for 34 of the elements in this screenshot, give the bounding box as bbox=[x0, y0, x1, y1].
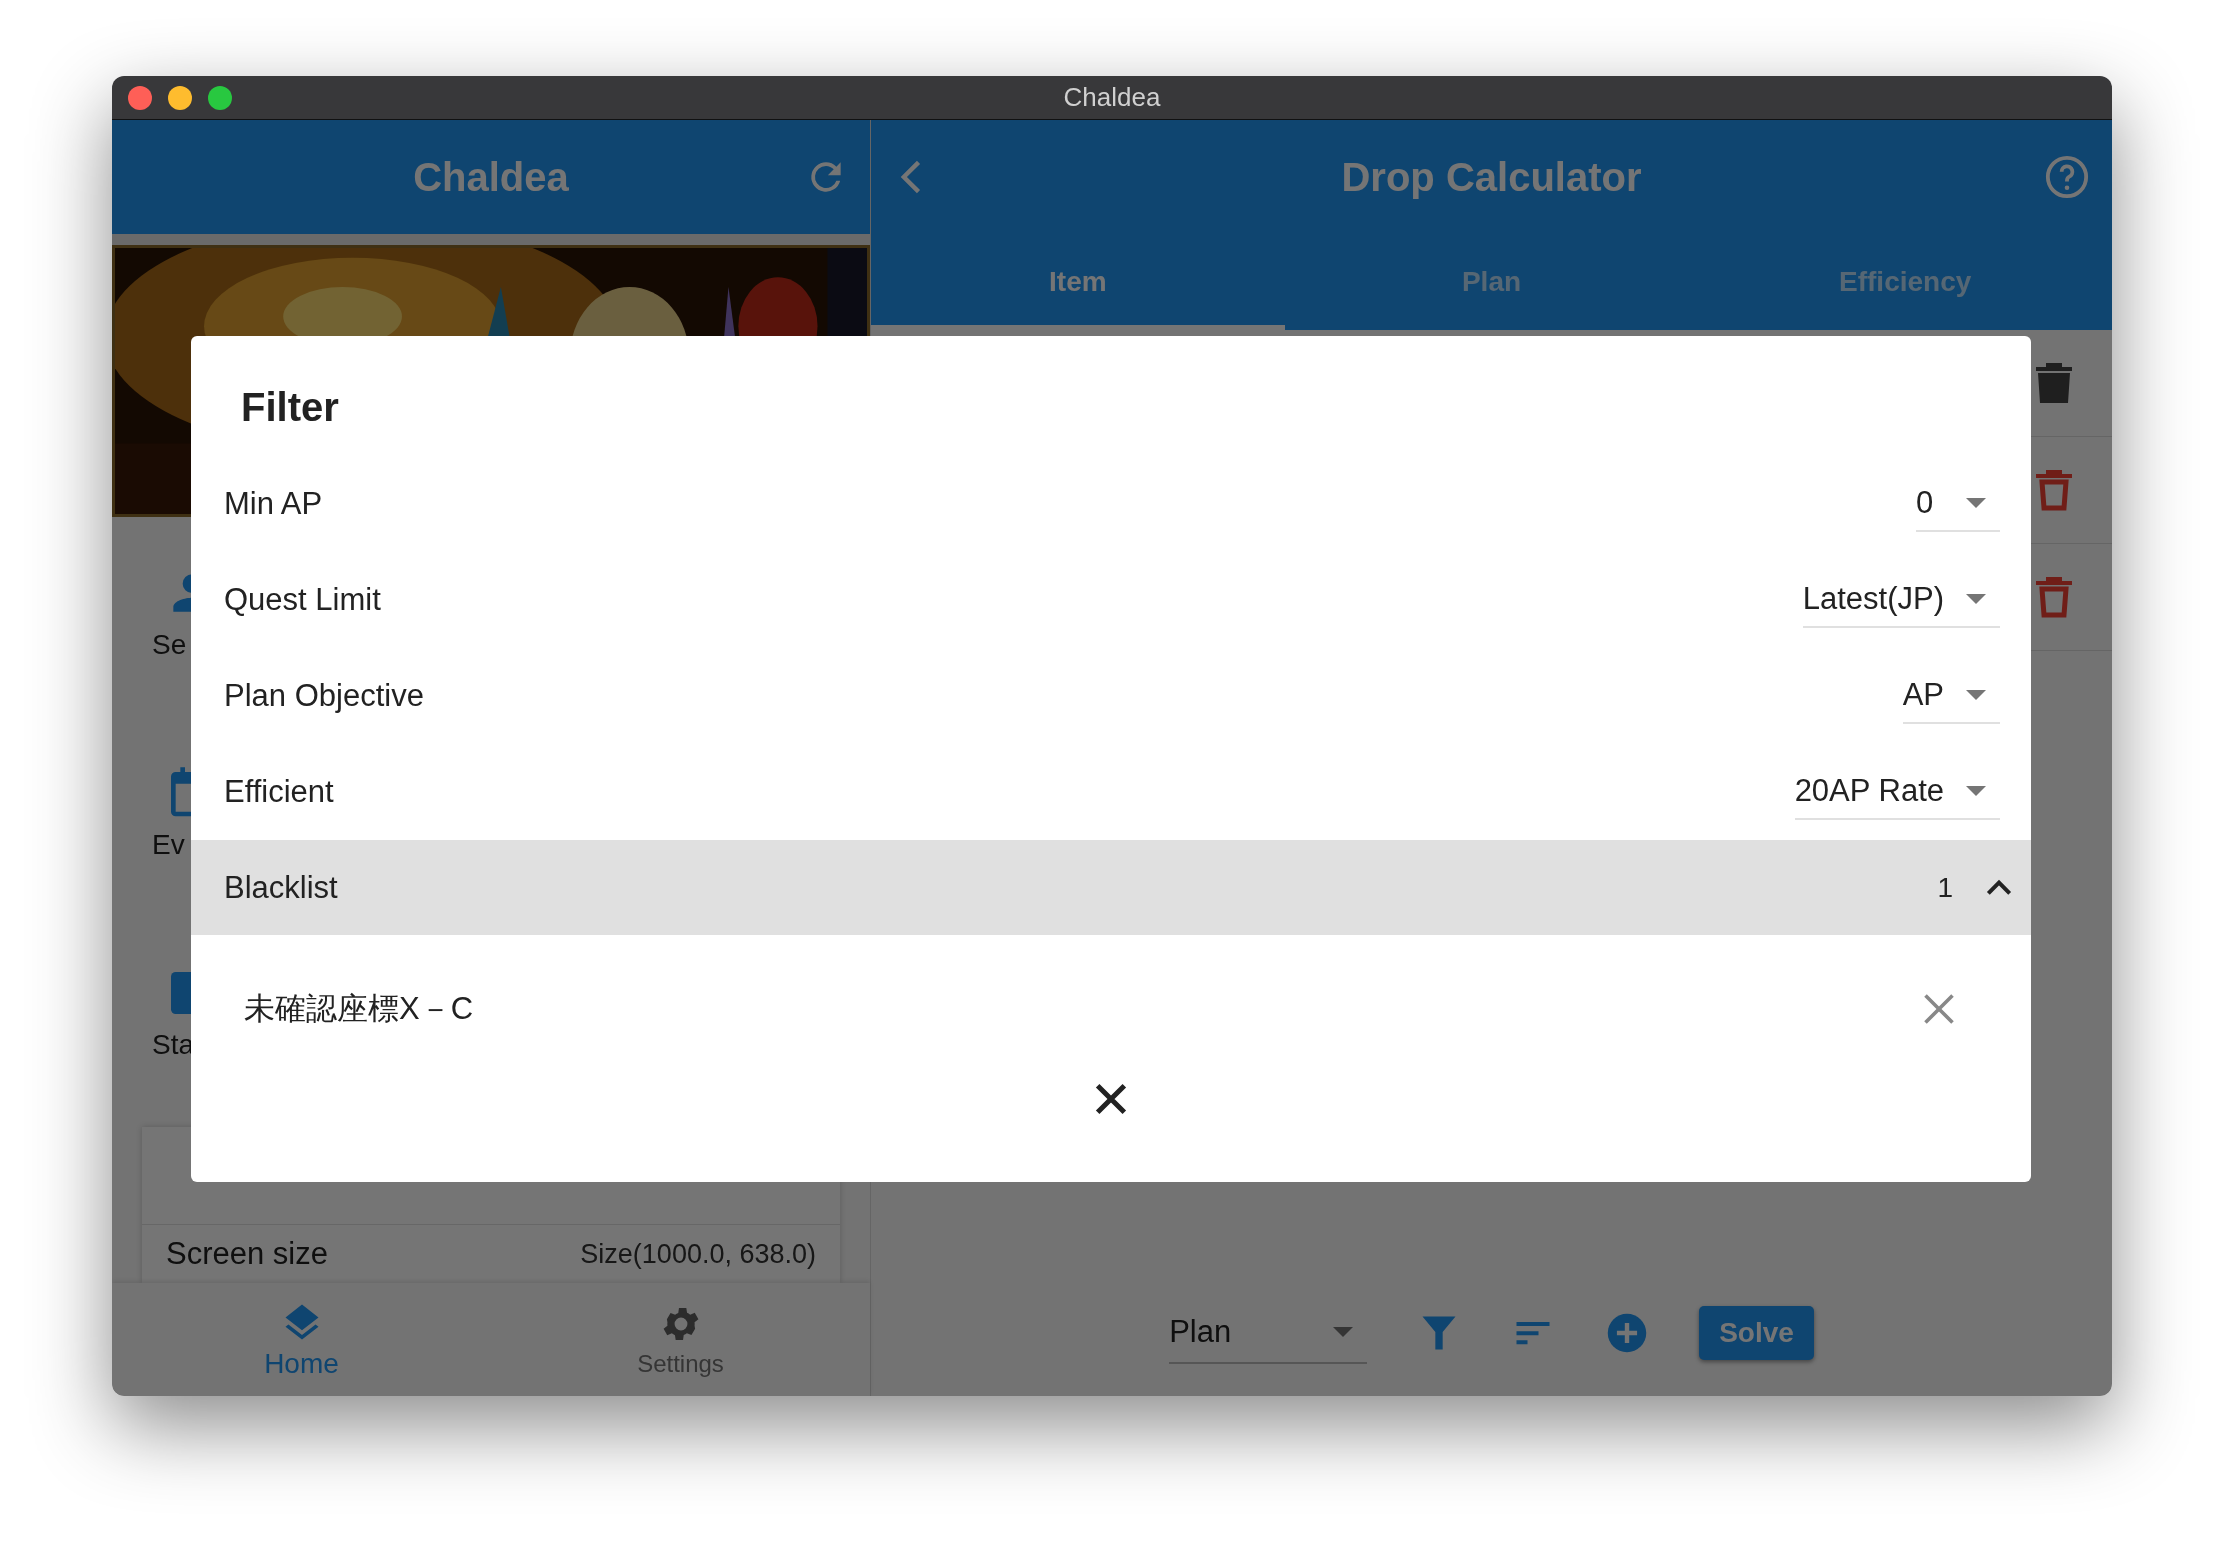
option-label: Plan Objective bbox=[224, 678, 424, 714]
blacklist-header[interactable]: Blacklist 1 bbox=[191, 840, 2031, 935]
app-title: Chaldea bbox=[413, 154, 569, 200]
nav-item[interactable]: Home bbox=[112, 1283, 491, 1396]
solve-button[interactable]: Solve bbox=[1699, 1306, 1814, 1360]
page-title: Drop Calculator bbox=[1341, 154, 1642, 200]
dropdown-arrow-icon bbox=[1333, 1327, 1354, 1337]
help-icon[interactable] bbox=[2044, 154, 2090, 200]
dropdown-arrow-icon bbox=[1966, 498, 1986, 508]
option-dropdown[interactable]: AP bbox=[1902, 668, 2000, 724]
option-dropdown[interactable]: 20AP Rate bbox=[1794, 764, 2000, 820]
option-label: Min AP bbox=[224, 486, 323, 522]
window-title: Chaldea bbox=[1063, 82, 1161, 113]
mode-dropdown[interactable]: Plan bbox=[1169, 1302, 1368, 1364]
dropdown-arrow-icon bbox=[1966, 786, 1986, 796]
close-window-button[interactable] bbox=[128, 85, 152, 110]
option-dropdown[interactable]: Latest(JP) bbox=[1802, 572, 2000, 628]
menu-label[interactable]: Se bbox=[152, 629, 187, 661]
trash-icon[interactable] bbox=[2036, 468, 2072, 512]
menu-label[interactable]: Ev bbox=[152, 829, 185, 861]
dropdown-arrow-icon bbox=[1966, 690, 1986, 700]
dialog-title: Filter bbox=[241, 385, 339, 429]
option-label: Quest Limit bbox=[224, 582, 381, 618]
nav-item[interactable]: Settings bbox=[491, 1283, 870, 1396]
option-dropdown[interactable]: 0 bbox=[1916, 476, 2000, 532]
minimize-window-button[interactable] bbox=[168, 85, 192, 110]
trash-icon[interactable] bbox=[2036, 575, 2072, 619]
info-label: Screen size bbox=[166, 1236, 328, 1272]
option-label: Efficient bbox=[224, 774, 334, 810]
blacklist-item: 未確認座標X－C bbox=[244, 990, 474, 1028]
info-value: Size(1000.0, 638.0) bbox=[580, 1238, 816, 1270]
dropdown-arrow-icon bbox=[1966, 594, 1986, 604]
zoom-window-button[interactable] bbox=[208, 85, 232, 110]
tab[interactable]: Item bbox=[871, 234, 1285, 330]
